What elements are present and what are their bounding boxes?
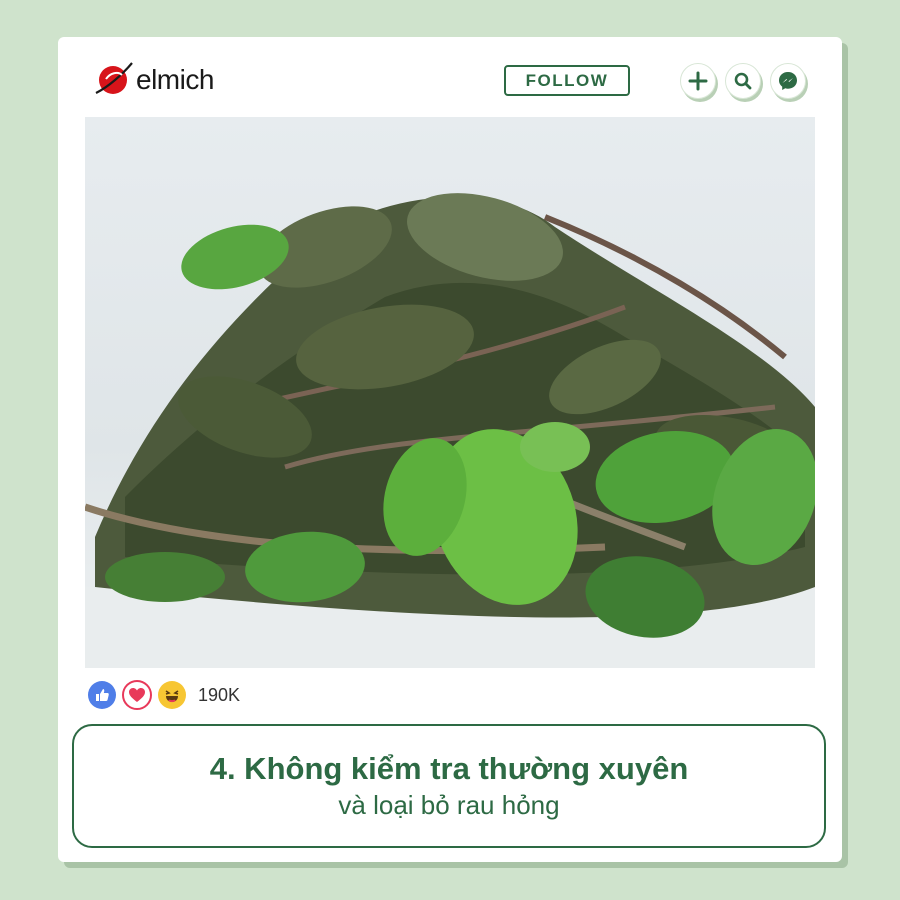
plus-icon bbox=[688, 71, 708, 91]
dried-mint-leaves-image bbox=[85, 117, 815, 668]
post-card: elmich FOLLOW 190K 4. Không kiểm tra thư… bbox=[58, 37, 842, 862]
haha-icon bbox=[158, 681, 186, 709]
caption-subtitle: và loại bỏ rau hỏng bbox=[338, 790, 560, 820]
like-icon bbox=[88, 681, 116, 709]
love-icon bbox=[122, 680, 152, 710]
messenger-button[interactable] bbox=[770, 63, 806, 99]
follow-button[interactable]: FOLLOW bbox=[504, 65, 630, 96]
caption-title: 4. Không kiểm tra thường xuyên bbox=[209, 751, 689, 786]
reactions-bar[interactable]: 190K bbox=[88, 680, 240, 710]
messenger-icon bbox=[779, 72, 797, 90]
search-icon bbox=[734, 72, 752, 90]
post-photo bbox=[85, 117, 815, 668]
caption-box: 4. Không kiểm tra thường xuyên và loại b… bbox=[72, 724, 826, 848]
elmich-logo[interactable]: elmich bbox=[94, 59, 214, 99]
reaction-count: 190K bbox=[198, 684, 241, 705]
add-button[interactable] bbox=[680, 63, 716, 99]
elmich-logo-mark-icon bbox=[94, 59, 134, 99]
search-button[interactable] bbox=[725, 63, 761, 99]
brand-name: elmich bbox=[136, 64, 214, 95]
